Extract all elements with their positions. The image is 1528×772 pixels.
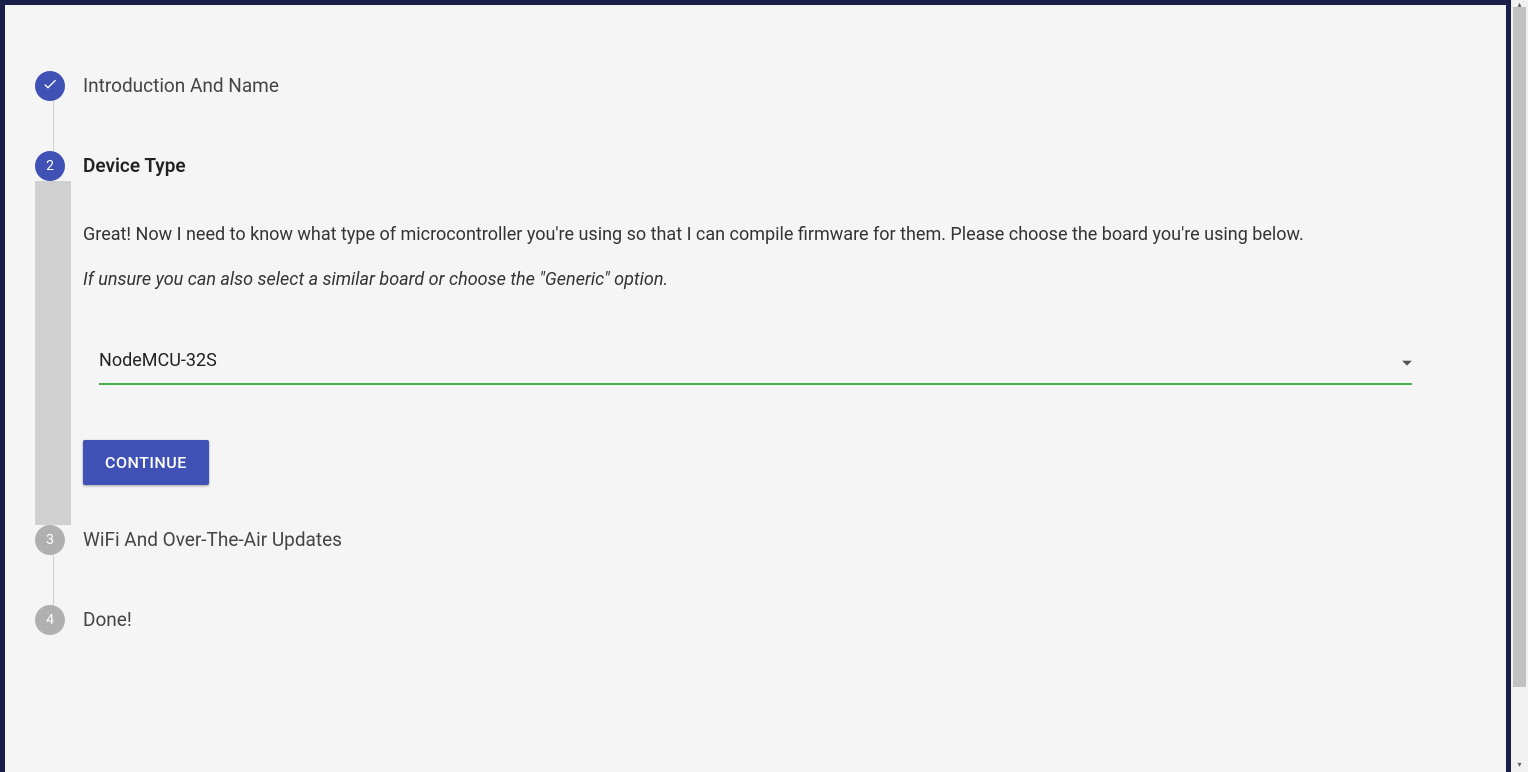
board-select[interactable]: NodeMCU-32S bbox=[83, 338, 1428, 385]
step-connector-1-2 bbox=[35, 101, 1476, 151]
step-number: 3 bbox=[46, 532, 54, 548]
step-connector-3-4 bbox=[35, 555, 1476, 605]
stepper: Introduction And Name 2 Device Type Grea… bbox=[35, 35, 1476, 635]
scrollbar-track[interactable]: ▴ ▾ bbox=[1511, 0, 1528, 772]
window-frame: ▴ ▾ Introduction And Name bbox=[0, 0, 1528, 772]
dropdown-arrow-icon bbox=[1402, 350, 1412, 369]
device-type-hint: If unsure you can also select a similar … bbox=[83, 266, 1428, 293]
step-done: 4 Done! bbox=[35, 605, 1476, 635]
step-label-introduction[interactable]: Introduction And Name bbox=[83, 71, 279, 101]
step-indicator-done[interactable]: 4 bbox=[35, 605, 65, 635]
step-introduction: Introduction And Name bbox=[35, 35, 1476, 101]
step-number: 4 bbox=[46, 612, 54, 628]
step-wifi-ota: 3 WiFi And Over-The-Air Updates bbox=[35, 525, 1476, 555]
step-indicator-completed[interactable] bbox=[35, 71, 65, 101]
scrollbar-thumb[interactable] bbox=[1513, 7, 1526, 687]
select-underline bbox=[99, 383, 1412, 385]
scroll-down-icon[interactable]: ▾ bbox=[1513, 758, 1526, 772]
check-icon bbox=[42, 76, 58, 96]
step-label-wifi-ota[interactable]: WiFi And Over-The-Air Updates bbox=[83, 525, 342, 555]
device-type-description: Great! Now I need to know what type of m… bbox=[83, 221, 1428, 248]
board-select-value: NodeMCU-32S bbox=[99, 338, 1412, 383]
continue-button[interactable]: CONTINUE bbox=[83, 440, 209, 485]
step-indicator-active[interactable]: 2 bbox=[35, 151, 65, 181]
step-label-device-type[interactable]: Device Type bbox=[83, 151, 186, 181]
step-device-type-body: Great! Now I need to know what type of m… bbox=[35, 181, 1476, 525]
wizard-container: Introduction And Name 2 Device Type Grea… bbox=[5, 5, 1506, 772]
step-indicator-wifi[interactable]: 3 bbox=[35, 525, 65, 555]
scroll-up-icon[interactable]: ▴ bbox=[1513, 0, 1526, 7]
step-number: 2 bbox=[46, 158, 54, 174]
step-label-done[interactable]: Done! bbox=[83, 605, 132, 635]
step-device-type: 2 Device Type bbox=[35, 151, 1476, 181]
